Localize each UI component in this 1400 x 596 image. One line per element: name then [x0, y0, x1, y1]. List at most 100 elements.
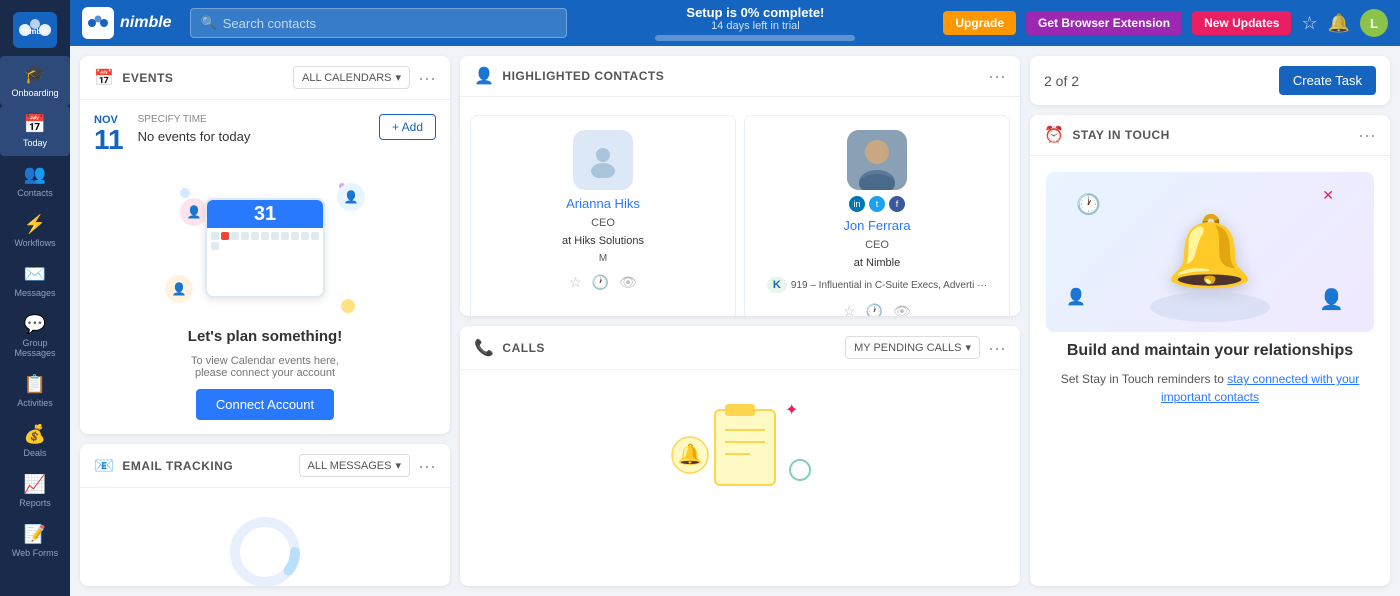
star-action[interactable]: ☆: [569, 274, 582, 291]
svg-text:✦: ✦: [785, 402, 798, 419]
contact-name-arianna[interactable]: Arianna Hiks: [566, 196, 640, 211]
stay-touch-main-text: Build and maintain your relationships: [1067, 342, 1353, 360]
contact-avatar-jon: [847, 130, 907, 190]
contact-name-jon[interactable]: Jon Ferrara: [843, 218, 910, 233]
segment-area: K 919 – Influential in C-Suite Execs, Ad…: [767, 277, 987, 293]
contact-avatar-arianna: [573, 130, 633, 190]
sidebar-item-today[interactable]: 📅 Today: [0, 106, 70, 156]
sidebar-item-onboarding[interactable]: 🎓 Onboarding: [0, 56, 70, 106]
clock-float-icon: 🕐: [1076, 192, 1101, 217]
messages-filter-dropdown[interactable]: ALL MESSAGES ▾: [299, 454, 411, 477]
contact-title-arianna: CEO: [591, 217, 615, 229]
sidebar-item-label: Contacts: [17, 188, 53, 198]
sidebar-item-workflows[interactable]: ⚡ Workflows: [0, 206, 70, 256]
stay-touch-header: ⏰ STAY IN TOUCH ···: [1030, 115, 1390, 156]
star-action-jon[interactable]: ☆: [843, 303, 856, 316]
stay-touch-illustration: 🕐 ✕ 👤 👤 🔔: [1046, 172, 1374, 332]
person-float-icon: 👤: [1319, 287, 1344, 312]
calendar-filter-label: ALL CALENDARS: [302, 72, 391, 84]
clock-action[interactable]: 🕐: [592, 274, 609, 291]
user-avatar[interactable]: L: [1360, 9, 1388, 37]
sidebar-item-contacts[interactable]: 👥 Contacts: [0, 156, 70, 206]
browser-extension-button[interactable]: Get Browser Extension: [1026, 11, 1182, 35]
sidebar-item-reports[interactable]: 📈 Reports: [0, 466, 70, 516]
calls-more-button[interactable]: ···: [988, 339, 1006, 357]
create-task-button[interactable]: Create Task: [1279, 66, 1376, 95]
bell-icon[interactable]: 🔔: [1328, 13, 1350, 34]
twitter-icon: t: [869, 196, 885, 212]
clock-action-jon[interactable]: 🕐: [866, 303, 883, 316]
stay-touch-more-button[interactable]: ···: [1358, 126, 1376, 144]
add-event-button[interactable]: + Add: [379, 114, 436, 140]
bell-large-icon: 🔔: [1166, 211, 1253, 293]
calendar-icon: 📅: [94, 68, 114, 88]
webforms-icon: 📝: [24, 524, 46, 545]
email-tracking-more-button[interactable]: ···: [418, 457, 436, 475]
sidebar-item-label: Reports: [19, 498, 51, 508]
setup-subtitle: 14 days left in trial: [711, 20, 800, 32]
sidebar-item-label: Onboarding: [11, 88, 58, 98]
calls-filter-dropdown[interactable]: MY PENDING CALLS ▾: [845, 336, 980, 359]
topbar: nimble 🔍 Search contacts Setup is 0% com…: [70, 0, 1400, 46]
sidebar-item-label: Workflows: [14, 238, 55, 248]
contacts-title: HIGHLIGHTED CONTACTS: [502, 69, 664, 83]
events-title: EVENTS: [122, 71, 173, 85]
events-more-button[interactable]: ···: [418, 69, 436, 87]
date-day: 11: [94, 126, 124, 154]
contact-actions-jon: ☆ 🕐 👁: [843, 303, 911, 316]
date-block: Nov 11: [94, 114, 124, 154]
stay-touch-header-right: ···: [1358, 126, 1376, 144]
email-chart: [205, 502, 325, 586]
content-area: 📅 EVENTS ALL CALENDARS ▾ ···: [70, 46, 1400, 596]
contacts-icon: 👥: [24, 164, 46, 185]
stay-touch-title-area: ⏰ STAY IN TOUCH: [1044, 125, 1170, 145]
events-illustration: 👤 👤 👤 31: [80, 168, 450, 434]
email-tracking-title-area: 📧 EMAIL TRACKING: [94, 456, 233, 476]
calls-card: 📞 CALLS MY PENDING CALLS ▾ ···: [460, 326, 1020, 586]
progress-bar: [655, 35, 855, 41]
contacts-more-button[interactable]: ···: [988, 67, 1006, 85]
sidebar-item-webforms[interactable]: 📝 Web Forms: [0, 516, 70, 566]
hide-action[interactable]: 👁: [619, 274, 637, 291]
logo-text: nimble: [120, 14, 172, 32]
stay-touch-icon: ⏰: [1044, 125, 1064, 145]
search-placeholder: Search contacts: [223, 16, 316, 31]
stay-touch-desc: Set Stay in Touch reminders to stay conn…: [1046, 370, 1374, 406]
sidebar-item-messages[interactable]: ✉️ Messages: [0, 256, 70, 306]
sidebar-item-group-messages[interactable]: 💬 Group Messages: [0, 306, 70, 366]
sidebar-item-deals[interactable]: 💰 Deals: [0, 416, 70, 466]
chevron-down-icon: ▾: [395, 71, 401, 84]
contacts-card-header: 👤 HIGHLIGHTED CONTACTS ···: [460, 56, 1020, 97]
setup-title: Setup is 0% complete!: [686, 5, 824, 20]
email-tracking-card: 📧 EMAIL TRACKING ALL MESSAGES ▾ ···: [80, 444, 450, 586]
sidebar-item-activities[interactable]: 📋 Activities: [0, 366, 70, 416]
calls-header-right: MY PENDING CALLS ▾ ···: [845, 336, 1006, 359]
hide-action-jon[interactable]: 👁: [893, 303, 911, 316]
contact-card-jon: in t f Jon Ferrara CEO at Nimble K: [744, 115, 1010, 316]
task-count: 2 of 2: [1044, 73, 1079, 89]
upgrade-button[interactable]: Upgrade: [943, 11, 1016, 35]
event-info: SPECIFY TIME No events for today: [138, 114, 365, 144]
person-circle-3: 👤: [180, 198, 208, 226]
stay-in-touch-card: ⏰ STAY IN TOUCH ··· 🕐 ✕ 👤: [1030, 115, 1390, 586]
calls-title: CALLS: [502, 341, 545, 355]
task-header: 2 of 2 Create Task: [1030, 56, 1390, 105]
email-tracking-header: 📧 EMAIL TRACKING ALL MESSAGES ▾ ···: [80, 444, 450, 488]
calendar-filter-dropdown[interactable]: ALL CALENDARS ▾: [293, 66, 410, 89]
chevron-down-icon: ▾: [965, 341, 971, 354]
sidebar-item-label: Activities: [17, 398, 53, 408]
calls-card-header: 📞 CALLS MY PENDING CALLS ▾ ···: [460, 326, 1020, 370]
search-bar[interactable]: 🔍 Search contacts: [190, 8, 568, 38]
messages-filter-label: ALL MESSAGES: [308, 460, 392, 472]
stay-connected-link[interactable]: stay connected with your important conta…: [1161, 372, 1359, 404]
left-column: 📅 EVENTS ALL CALENDARS ▾ ···: [80, 56, 450, 586]
new-updates-button[interactable]: New Updates: [1192, 11, 1291, 35]
event-time-label: SPECIFY TIME: [138, 114, 365, 125]
center-column: 👤 HIGHLIGHTED CONTACTS ···: [460, 56, 1020, 586]
star-icon[interactable]: ☆: [1301, 13, 1317, 34]
cal-header: 31: [207, 200, 323, 228]
logo[interactable]: nimble: [10, 8, 60, 52]
calls-title-area: 📞 CALLS: [474, 338, 545, 358]
connect-account-button[interactable]: Connect Account: [196, 389, 334, 420]
events-title-area: 📅 EVENTS: [94, 68, 173, 88]
